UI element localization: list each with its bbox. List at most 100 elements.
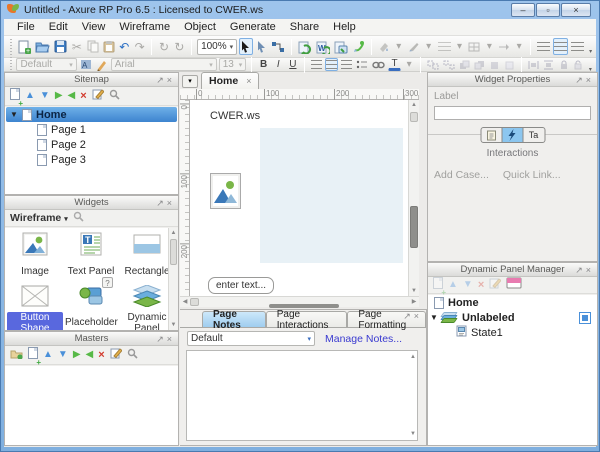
edit-styles-icon[interactable]: A xyxy=(79,58,93,71)
toolbar-overflow-button[interactable]: ▾ xyxy=(587,39,594,55)
text-color-button[interactable]: T xyxy=(388,58,401,71)
scroll-up-icon[interactable]: ▲ xyxy=(410,352,416,362)
canvas-button-widget[interactable]: enter text... xyxy=(208,277,274,294)
close-icon[interactable]: × xyxy=(586,75,594,85)
dpm-node-unlabeled[interactable]: ▼ Unlabeled xyxy=(428,310,597,325)
notes-set-combo[interactable]: Default▾ xyxy=(187,331,315,346)
border-visibility-dropdown[interactable] xyxy=(467,40,481,53)
tab-page-notes[interactable]: Page Notes xyxy=(202,311,266,327)
sync-check-in-button[interactable]: ↻ xyxy=(157,38,170,55)
widget-style-combo[interactable]: Default▾ xyxy=(16,58,76,71)
underline-button[interactable]: U xyxy=(287,58,300,71)
widget-placeholder[interactable]: Button Shape xyxy=(7,285,63,330)
widget-dynamic-panel[interactable]: Dynamic Panel xyxy=(119,285,175,330)
delete-master-icon[interactable]: × xyxy=(98,350,104,361)
arrow-style-dropdown[interactable] xyxy=(497,40,511,53)
close-icon[interactable]: × xyxy=(414,311,422,321)
font-family-combo[interactable]: Arial▾ xyxy=(111,58,217,71)
align-text-right-button[interactable] xyxy=(340,58,353,71)
line-width-caret[interactable]: ▾ xyxy=(454,40,466,53)
minimize-button[interactable]: – xyxy=(511,3,535,17)
font-size-combo[interactable]: 13▾ xyxy=(219,58,247,71)
border-caret[interactable]: ▾ xyxy=(483,40,495,53)
distribute-v-button[interactable] xyxy=(542,58,555,71)
popout-icon[interactable]: ↗ xyxy=(575,75,586,85)
new-file-button[interactable]: + xyxy=(16,38,32,55)
move-down-icon[interactable]: ▼ xyxy=(40,91,50,101)
close-icon[interactable]: × xyxy=(167,75,175,85)
outdent-icon[interactable]: ◀ xyxy=(68,91,76,101)
bring-forward-button[interactable] xyxy=(488,58,501,71)
scroll-down-icon[interactable]: ▼ xyxy=(409,286,419,296)
lock-button[interactable] xyxy=(557,58,570,71)
paste-button[interactable] xyxy=(102,38,116,55)
popout-icon[interactable]: ↗ xyxy=(575,265,586,275)
scrollbar-thumb[interactable] xyxy=(190,298,199,306)
popout-icon[interactable]: ↗ xyxy=(156,334,167,344)
tab-close-icon[interactable]: × xyxy=(246,76,251,86)
select-contained-tool[interactable] xyxy=(239,38,252,55)
canvas-vscrollbar[interactable]: ▲ ▼ xyxy=(408,100,419,296)
sitemap-node-page2[interactable]: Page 2 xyxy=(5,137,178,152)
cut-button[interactable]: ✂ xyxy=(70,38,83,55)
arrow-style-caret[interactable]: ▾ xyxy=(513,40,525,53)
move-up-icon[interactable]: ▲ xyxy=(43,350,53,360)
open-file-button[interactable] xyxy=(34,38,51,55)
generate-more-button[interactable] xyxy=(333,38,349,55)
delete-page-icon[interactable]: × xyxy=(80,91,86,102)
widget-library-dropdown[interactable]: Wireframe ▾ xyxy=(10,212,68,224)
save-button[interactable] xyxy=(53,38,68,55)
add-master-icon[interactable]: + xyxy=(28,346,38,364)
tab-page-interactions[interactable]: Page Interactions xyxy=(266,311,348,327)
add-folder-icon[interactable] xyxy=(10,346,23,364)
panel-splitter-handle[interactable] xyxy=(410,206,418,248)
menu-help[interactable]: Help xyxy=(326,20,363,34)
copy-button[interactable] xyxy=(86,38,100,55)
send-to-back-button[interactable] xyxy=(473,58,486,71)
move-up-icon[interactable]: ▲ xyxy=(448,280,458,290)
italic-button[interactable]: I xyxy=(272,58,285,71)
preview-button[interactable] xyxy=(351,38,366,55)
notes-textarea[interactable]: ▲ ▼ xyxy=(186,350,418,441)
tab-formatting[interactable]: Ta xyxy=(523,128,544,142)
insert-link-button[interactable] xyxy=(371,58,386,71)
line-width-dropdown[interactable] xyxy=(437,40,452,53)
canvas-dynamic-panel-widget[interactable] xyxy=(260,128,403,263)
widget-text-panel[interactable]: T Text Panel xyxy=(63,232,119,279)
bullet-list-button[interactable] xyxy=(355,58,369,71)
group-button[interactable] xyxy=(426,58,440,71)
search-icon[interactable] xyxy=(109,87,120,105)
connector-tool[interactable] xyxy=(270,38,286,55)
collapse-icon[interactable]: ▼ xyxy=(430,313,438,322)
generate-word-spec-button[interactable]: W xyxy=(315,38,331,55)
menu-wireframe[interactable]: Wireframe xyxy=(112,20,177,34)
toggle-panel-visibility-icon[interactable] xyxy=(506,276,522,294)
move-up-icon[interactable]: ▲ xyxy=(25,91,35,101)
bold-button[interactable]: B xyxy=(257,58,270,71)
align-centers-button[interactable] xyxy=(553,38,568,55)
text-color-caret[interactable]: ▾ xyxy=(403,58,416,71)
close-icon[interactable]: × xyxy=(586,265,594,275)
fill-color-caret[interactable]: ▾ xyxy=(393,40,405,53)
edit-master-icon[interactable] xyxy=(110,346,122,364)
close-button[interactable]: × xyxy=(561,3,591,17)
menu-generate[interactable]: Generate xyxy=(223,20,283,34)
menu-file[interactable]: File xyxy=(10,20,42,34)
widget-rectangle[interactable]: Rectangle xyxy=(119,232,175,279)
maximize-button[interactable]: ▫ xyxy=(536,3,560,17)
close-icon[interactable]: × xyxy=(167,334,175,344)
unlock-button[interactable] xyxy=(572,58,585,71)
scroll-up-icon[interactable]: ▲ xyxy=(169,228,178,238)
sitemap-node-page1[interactable]: Page 1 xyxy=(5,122,178,137)
fill-color-dropdown[interactable] xyxy=(377,40,391,53)
canvas-image-widget[interactable] xyxy=(210,173,241,209)
design-canvas[interactable]: CWER.ws enter text... xyxy=(190,100,408,296)
titlebar[interactable]: Untitled - Axure RP Pro 6.5 : Licensed t… xyxy=(1,1,599,19)
undo-button[interactable]: ↶ xyxy=(118,38,131,55)
align-left-edges-button[interactable] xyxy=(536,38,551,55)
close-icon[interactable]: × xyxy=(167,198,175,208)
scrollbar-thumb[interactable] xyxy=(170,239,177,265)
redo-button[interactable]: ↷ xyxy=(133,38,146,55)
move-down-icon[interactable]: ▼ xyxy=(58,350,68,360)
search-icon[interactable] xyxy=(127,346,138,364)
